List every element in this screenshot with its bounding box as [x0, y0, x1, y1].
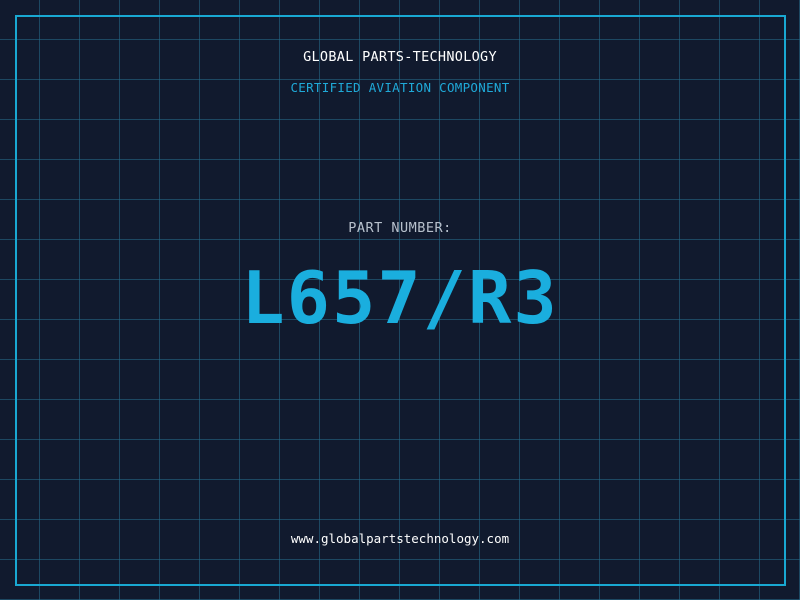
website-url: www.globalpartstechnology.com — [290, 531, 510, 546]
part-number-label: PART NUMBER: — [348, 220, 452, 236]
part-number-value: L657/R3 — [241, 256, 559, 340]
brand-name: GLOBAL PARTS-TECHNOLOGY — [303, 49, 497, 65]
certification-subtitle: CERTIFIED AVIATION COMPONENT — [290, 80, 510, 95]
